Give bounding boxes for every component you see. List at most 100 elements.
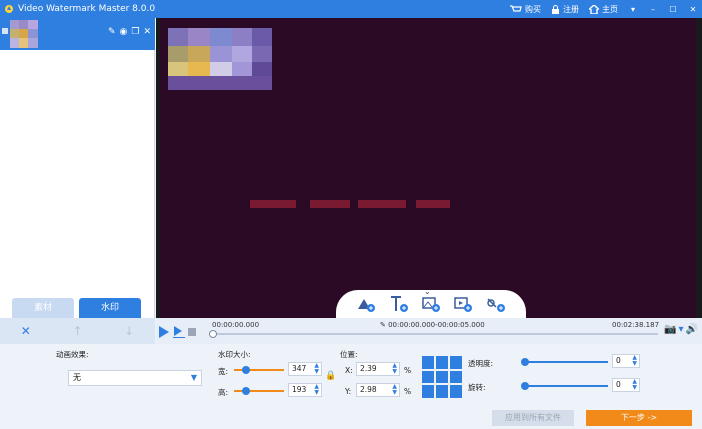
rotate-label: 旋转: (468, 383, 486, 392)
watermark-overlay[interactable] (168, 28, 272, 90)
opacity-label: 透明度: (468, 359, 494, 368)
delete-button[interactable]: ✕ (0, 324, 52, 338)
tab-material[interactable]: 素材 (12, 298, 74, 318)
snapshot-dropdown-icon[interactable]: ▾ (679, 324, 684, 335)
opacity-spinner[interactable]: ▲ ▼ (632, 355, 637, 367)
chevron-down-icon: ▼ (190, 373, 197, 382)
blurred-subtitle (250, 200, 450, 208)
height-spinner[interactable]: ▲ ▼ (314, 384, 319, 396)
pos-top-left[interactable] (422, 356, 434, 369)
y-field[interactable]: 2.98 ▲ ▼ (356, 383, 400, 397)
next-button[interactable]: 下一步 -> (586, 410, 692, 426)
apply-all-button[interactable]: 应用到所有文件 (492, 410, 574, 426)
eye-icon[interactable]: ◉ (120, 27, 128, 37)
move-up-button[interactable]: ↑ (52, 324, 104, 338)
play-selection-icon[interactable] (173, 326, 185, 340)
preview-canvas[interactable]: ⌄ (160, 18, 696, 318)
height-slider-knob[interactable] (242, 387, 250, 395)
app-logo-icon (5, 5, 13, 13)
watermark-list-item[interactable]: ✎ ◉ ❐ ✕ (0, 18, 155, 50)
height-field[interactable]: 193 ▲ ▼ (288, 383, 322, 397)
close-icon[interactable]: ✕ (688, 5, 698, 14)
height-value: 193 (292, 385, 307, 394)
width-slider-knob[interactable] (242, 366, 250, 374)
height-slider[interactable] (234, 387, 284, 395)
app-window: Video Watermark Master 8.0.0 购买 注册 主页 ▾ … (0, 0, 702, 429)
position-label: 位置: (340, 350, 358, 359)
pos-middle-left[interactable] (422, 370, 434, 384)
y-spinner[interactable]: ▲ ▼ (392, 384, 397, 396)
pos-bottom-right[interactable] (450, 385, 462, 398)
add-watermark-toolbar: ⌄ (336, 287, 526, 318)
watermark-thumbnail (10, 20, 38, 48)
aspect-lock-icon[interactable]: 🔒 (325, 371, 336, 381)
opacity-value: 0 (616, 356, 621, 365)
edit-icon[interactable]: ✎ (108, 27, 116, 37)
home-button[interactable]: 主页 (589, 4, 618, 15)
add-effect-icon[interactable] (486, 295, 506, 313)
rotate-field[interactable]: 0 ▲ ▼ (612, 378, 640, 392)
pos-center[interactable] (436, 370, 448, 384)
x-spinner[interactable]: ▲ ▼ (392, 363, 397, 375)
title-actions: 购买 注册 主页 ▾ – ☐ ✕ (510, 0, 698, 18)
register-button[interactable]: 注册 (551, 4, 579, 15)
y-label: Y: (345, 387, 352, 396)
remove-item-icon[interactable]: ✕ (143, 27, 151, 37)
rotate-spinner[interactable]: ▲ ▼ (632, 379, 637, 391)
tab-watermark[interactable]: 水印 (79, 298, 141, 318)
timeline-knob[interactable] (209, 330, 217, 338)
animation-select[interactable]: 无 ▼ (68, 370, 202, 386)
watermark-time-range[interactable]: ✎ 00:00:00.000-00:00:05.000 (380, 321, 485, 329)
minimize-icon[interactable]: – (648, 5, 658, 14)
add-text-icon[interactable] (389, 295, 409, 313)
x-field[interactable]: 2.39 ▲ ▼ (356, 362, 400, 376)
pos-top-right[interactable] (450, 356, 462, 369)
width-label: 宽: (218, 367, 229, 376)
stop-icon[interactable] (188, 328, 196, 338)
timeline-track[interactable] (209, 330, 658, 338)
width-field[interactable]: 347 ▲ ▼ (288, 362, 322, 376)
collapse-chevron-icon[interactable]: ⌄ (424, 287, 431, 296)
list-toolbar: ✕ ↑ ↓ (0, 318, 155, 344)
end-time: 00:02:38.187 (612, 321, 660, 329)
add-shape-icon[interactable] (356, 295, 376, 313)
video-preview: ⌄ (156, 18, 702, 318)
rotate-slider[interactable] (521, 382, 608, 390)
copy-icon[interactable]: ❐ (131, 27, 139, 37)
height-label: 高: (218, 388, 229, 397)
opacity-field[interactable]: 0 ▲ ▼ (612, 354, 640, 368)
cart-icon (510, 4, 522, 12)
pos-middle-right[interactable] (450, 370, 462, 384)
position-grid (422, 356, 462, 398)
snapshot-icon[interactable]: 📷 (664, 324, 676, 335)
opacity-slider[interactable] (521, 358, 608, 366)
add-image-icon[interactable] (421, 295, 441, 313)
pos-top-center[interactable] (436, 356, 448, 369)
move-down-button[interactable]: ↓ (103, 324, 155, 338)
title-bar: Video Watermark Master 8.0.0 购买 注册 主页 ▾ … (0, 0, 702, 18)
x-label: X: (345, 366, 353, 375)
width-value: 347 (292, 364, 307, 373)
play-icon[interactable] (158, 326, 170, 340)
rotate-slider-knob[interactable] (521, 382, 529, 390)
animation-label: 动画效果: (56, 350, 89, 359)
lock-icon (552, 4, 559, 14)
add-video-icon[interactable] (453, 295, 473, 313)
opacity-slider-knob[interactable] (521, 358, 529, 366)
pos-bottom-left[interactable] (422, 385, 434, 398)
timeline-bar: 00:00:00.000 ✎ 00:00:00.000-00:00:05.000… (156, 318, 702, 344)
maximize-icon[interactable]: ☐ (668, 5, 678, 14)
dropdown-icon[interactable]: ▾ (628, 5, 638, 14)
buy-label: 购买 (525, 4, 541, 14)
range-text: 00:00:00.000-00:00:05.000 (388, 321, 485, 329)
pos-bottom-center[interactable] (436, 385, 448, 398)
watermark-settings: 动画效果: 无 ▼ 水印大小: 宽: 347 ▲ ▼ 🔒 高: 193 ▲ ▼ 位置: … (0, 344, 702, 429)
volume-icon[interactable]: 🔊 (686, 324, 698, 335)
home-icon (589, 4, 599, 14)
buy-button[interactable]: 购买 (510, 4, 541, 15)
start-time: 00:00:00.000 (212, 321, 260, 329)
x-value: 2.39 (360, 364, 377, 373)
width-spinner[interactable]: ▲ ▼ (314, 363, 319, 375)
y-percent: % (404, 387, 412, 396)
width-slider[interactable] (234, 366, 284, 374)
